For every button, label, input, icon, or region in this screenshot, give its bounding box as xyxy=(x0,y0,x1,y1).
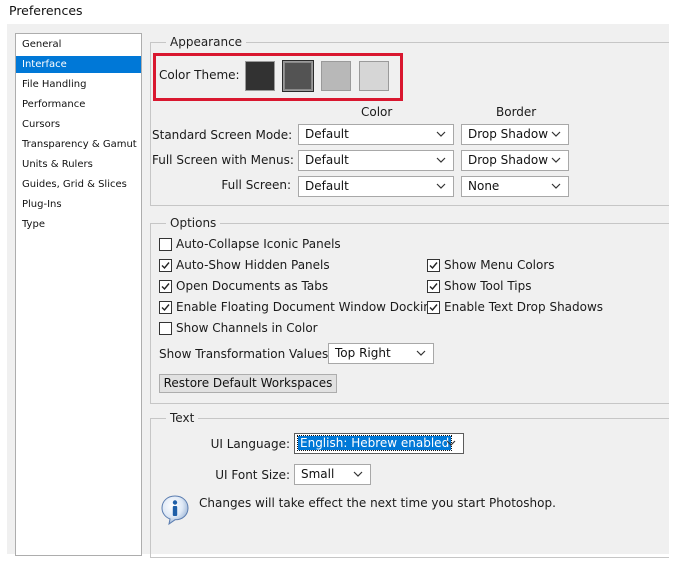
checkbox-box xyxy=(159,259,172,272)
theme-swatch-light[interactable] xyxy=(359,61,389,91)
checkmark-icon xyxy=(161,304,170,312)
sidebar-item-cursors[interactable]: Cursors xyxy=(16,116,141,133)
chevron-down-icon xyxy=(446,440,456,446)
checkbox-box xyxy=(159,322,172,335)
sidebar-item-transparency-gamut[interactable]: Transparency & Gamut xyxy=(16,136,141,153)
appearance-legend: Appearance xyxy=(166,34,247,50)
ui-font-size-select[interactable]: Small xyxy=(294,464,371,485)
transformation-values-value: Top Right xyxy=(335,346,391,360)
theme-swatch-dark[interactable] xyxy=(283,61,313,91)
theme-swatch-darkest[interactable] xyxy=(245,61,275,91)
chevron-down-icon xyxy=(353,471,363,477)
checkbox-box xyxy=(159,280,172,293)
checkbox-box xyxy=(427,301,440,314)
text-drop-shadows-label: Enable Text Drop Shadows xyxy=(444,300,604,314)
channels-in-color-label: Show Channels in Color xyxy=(176,321,318,335)
ui-font-size-value: Small xyxy=(301,467,335,481)
full-screen-menus-label: Full Screen with Menus: xyxy=(152,153,294,167)
standard-screen-border-value: Drop Shadow xyxy=(468,127,549,141)
full-screen-border-value: None xyxy=(468,179,500,193)
sidebar: General Interface File Handling Performa… xyxy=(15,33,142,556)
transformation-values-label: Show Transformation Values: xyxy=(159,347,333,361)
color-column-header: Color xyxy=(361,105,393,119)
theme-swatch-medium[interactable] xyxy=(321,61,351,91)
checkmark-icon xyxy=(161,283,170,291)
full-screen-color-select[interactable]: Default xyxy=(298,176,454,197)
ui-language-select[interactable]: English: Hebrew enabled xyxy=(294,433,464,454)
border-column-header: Border xyxy=(496,105,537,119)
show-menu-colors-label: Show Menu Colors xyxy=(444,258,555,272)
standard-screen-border-select[interactable]: Drop Shadow xyxy=(461,124,569,145)
info-icon xyxy=(161,495,189,526)
full-screen-menus-border-select[interactable]: Drop Shadow xyxy=(461,150,569,171)
color-theme-label: Color Theme: xyxy=(159,68,240,82)
chevron-down-icon xyxy=(416,350,426,356)
sidebar-item-interface[interactable]: Interface xyxy=(16,56,141,73)
checkbox-box xyxy=(427,280,440,293)
full-screen-menus-color-value: Default xyxy=(305,153,349,167)
info-message: Changes will take effect the next time y… xyxy=(199,496,556,510)
chevron-down-icon xyxy=(436,131,446,137)
ui-font-size-label: UI Font Size: xyxy=(215,468,290,482)
full-screen-label: Full Screen: xyxy=(221,178,291,192)
full-screen-menus-border-value: Drop Shadow xyxy=(468,153,549,167)
standard-screen-color-select[interactable]: Default xyxy=(298,124,454,145)
chevron-down-icon xyxy=(551,183,561,189)
sidebar-item-performance[interactable]: Performance xyxy=(16,96,141,113)
standard-screen-mode-label: Standard Screen Mode: xyxy=(152,128,293,142)
restore-workspaces-button[interactable]: Restore Default Workspaces xyxy=(159,374,337,393)
checkbox-box xyxy=(159,301,172,314)
sidebar-item-file-handling[interactable]: File Handling xyxy=(16,76,141,93)
standard-screen-color-value: Default xyxy=(305,127,349,141)
checkmark-icon xyxy=(429,262,438,270)
open-as-tabs-label: Open Documents as Tabs xyxy=(176,279,329,293)
ui-language-label: UI Language: xyxy=(210,437,290,451)
chevron-down-icon xyxy=(436,183,446,189)
checkmark-icon xyxy=(429,283,438,291)
chevron-down-icon xyxy=(436,157,446,163)
chevron-down-icon xyxy=(551,157,561,163)
sidebar-item-guides-grid-slices[interactable]: Guides, Grid & Slices xyxy=(16,176,141,193)
sidebar-item-general[interactable]: General xyxy=(16,36,141,53)
full-screen-color-value: Default xyxy=(305,179,349,193)
checkbox-box xyxy=(159,238,172,251)
sidebar-item-plug-ins[interactable]: Plug-Ins xyxy=(16,196,141,213)
auto-collapse-label: Auto-Collapse Iconic Panels xyxy=(176,237,341,251)
text-legend: Text xyxy=(166,410,199,426)
full-screen-border-select[interactable]: None xyxy=(461,176,569,197)
window-title: Preferences xyxy=(9,3,83,18)
ui-language-value: English: Hebrew enabled xyxy=(296,435,453,451)
chevron-down-icon xyxy=(551,131,561,137)
transformation-values-select[interactable]: Top Right xyxy=(328,343,434,364)
full-screen-menus-color-select[interactable]: Default xyxy=(298,150,454,171)
options-legend: Options xyxy=(166,215,221,231)
sidebar-item-type[interactable]: Type xyxy=(16,216,141,233)
checkbox-box xyxy=(427,259,440,272)
checkmark-icon xyxy=(161,262,170,270)
checkmark-icon xyxy=(429,304,438,312)
floating-docking-label: Enable Floating Document Window Docking xyxy=(176,300,439,314)
auto-show-label: Auto-Show Hidden Panels xyxy=(176,258,330,272)
show-tool-tips-label: Show Tool Tips xyxy=(444,279,532,293)
sidebar-item-units-rulers[interactable]: Units & Rulers xyxy=(16,156,141,173)
